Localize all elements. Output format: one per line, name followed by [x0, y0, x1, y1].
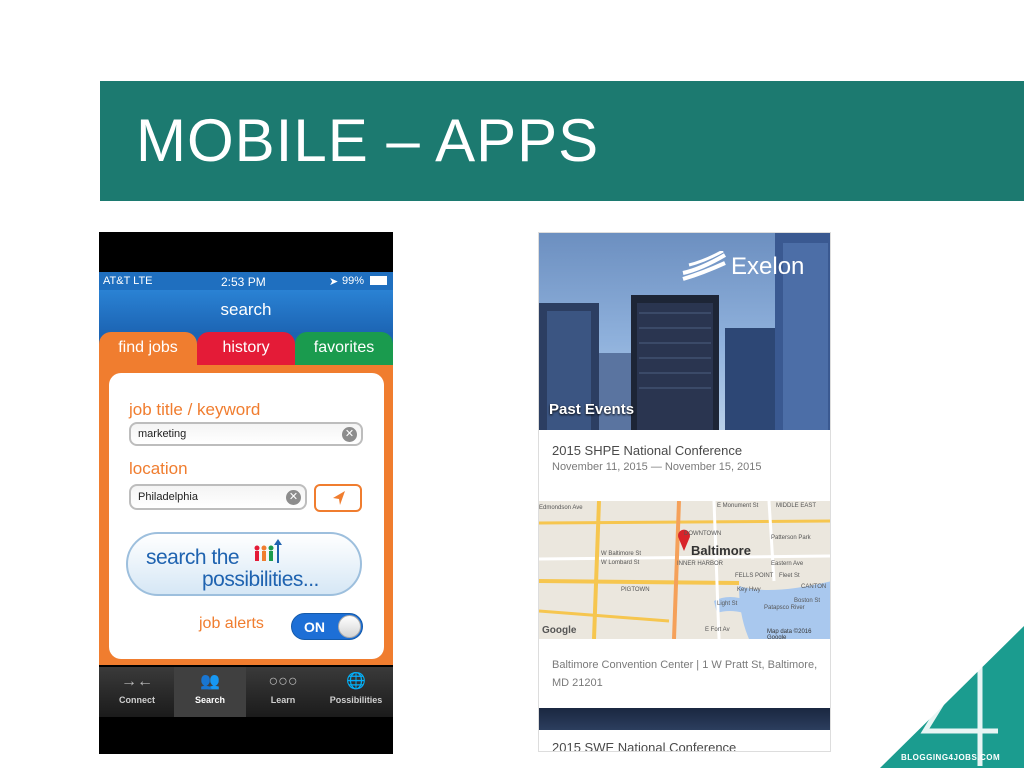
clear-location-icon[interactable]: ✕ — [286, 490, 301, 505]
map-graphic — [539, 501, 830, 639]
event-map[interactable]: Baltimore Edmondson Ave E Monument St MI… — [539, 501, 830, 639]
signal-carrier: AT&T LTE — [103, 275, 153, 287]
status-bar: AT&T LTE 2:53 PM ➤ 99% — [99, 272, 393, 290]
tabbar-learn-label: Learn — [270, 695, 296, 705]
exelon-app-screenshot: Exelon Past Events 2015 SHPE National Co… — [538, 232, 831, 752]
tab-favorites[interactable]: favorites — [295, 332, 393, 365]
tab-bar-top: find jobs history favorites — [99, 332, 393, 365]
map-label: Edmondson Ave — [539, 505, 583, 511]
connect-arrows-icon: →← — [121, 673, 153, 690]
location-value: Philadelphia — [138, 491, 198, 503]
search-button-line2: possibilities... — [202, 568, 319, 591]
event-title-next: 2015 SWE National Conference — [552, 740, 737, 752]
section-title: Past Events — [549, 401, 635, 418]
map-label: W Lombard St — [601, 560, 640, 566]
map-label: E Monument St — [717, 503, 759, 509]
current-location-button[interactable] — [314, 484, 362, 512]
toggle-knob — [338, 615, 361, 638]
nav-title: search — [220, 300, 272, 319]
nav-bar: search — [99, 290, 393, 334]
tabbar-search[interactable]: 👥 Search — [174, 667, 246, 717]
map-label: W Baltimore St — [601, 551, 642, 557]
google-logo: Google — [542, 625, 577, 636]
hero-image: Exelon Past Events — [539, 233, 830, 430]
job-alerts-label: job alerts — [199, 615, 264, 632]
bottom-tab-bar: →← Connect 👥 Search ○○○ Learn 🌐 Possibil… — [99, 667, 393, 717]
map-label: Patapsco River — [764, 605, 805, 611]
keyword-value: marketing — [138, 428, 187, 440]
search-form: job title / keyword marketing ✕ location… — [109, 373, 384, 659]
event-address: Baltimore Convention Center | 1 W Pratt … — [552, 659, 818, 689]
job-alerts-toggle[interactable]: ON — [291, 613, 363, 640]
map-copyright: Map data ©2016 Google — [767, 629, 812, 639]
tabbar-possibilities[interactable]: 🌐 Possibilities — [320, 667, 392, 717]
battery-icon — [370, 276, 387, 285]
location-arrow-icon — [333, 491, 345, 505]
map-label: CANTON — [801, 584, 827, 590]
search-button-line1: search the — [146, 546, 240, 569]
map-label: INNER HARBOR — [677, 561, 724, 567]
map-label: PIGTOWN — [621, 587, 650, 593]
clear-keyword-icon[interactable]: ✕ — [342, 427, 357, 442]
blogging4jobs-logo — [880, 626, 1024, 768]
brand-corner-text: BLOGGING4JOBS.COM — [901, 753, 1001, 762]
map-label: Eastern Ave — [771, 561, 804, 567]
status-time: 2:53 PM — [221, 275, 266, 289]
event-title: 2015 SHPE National Conference — [552, 443, 743, 458]
map-label: Key Hwy — [737, 587, 761, 593]
header-band: MOBILE – APPS — [100, 81, 1024, 201]
exelon-brand-text: Exelon — [731, 253, 805, 280]
dots-icon: ○○○ — [268, 673, 298, 690]
map-label: DOWNTOWN — [684, 531, 722, 537]
keyword-label: job title / keyword — [129, 400, 261, 419]
tab-history[interactable]: history — [197, 332, 295, 365]
find-jobs-panel: job title / keyword marketing ✕ location… — [99, 365, 393, 665]
event-dates: November 11, 2015 — November 15, 2015 — [552, 461, 762, 473]
globe-icon: 🌐 — [346, 673, 366, 690]
map-label: MIDDLE EAST — [776, 503, 817, 509]
people-icon — [254, 539, 282, 563]
tabbar-search-label: Search — [194, 695, 226, 705]
tabbar-learn[interactable]: ○○○ Learn — [247, 667, 319, 717]
next-event-image — [539, 708, 830, 730]
map-label: Light St — [717, 601, 738, 607]
slide-title: MOBILE – APPS — [136, 107, 600, 174]
tabbar-connect[interactable]: →← Connect — [101, 667, 173, 717]
location-label: location — [129, 459, 188, 478]
map-label: Boston St — [794, 598, 821, 604]
exelon-wing-icon — [682, 251, 727, 281]
battery-level: 99% — [342, 275, 365, 287]
map-label: Fleet St — [779, 573, 800, 579]
tabbar-connect-label: Connect — [119, 695, 155, 705]
job-search-app-screenshot: AT&T LTE 2:53 PM ➤ 99% search find jobs … — [99, 232, 393, 754]
location-arrow-icon: ➤ — [329, 276, 339, 288]
keyword-field[interactable]: marketing ✕ — [129, 422, 363, 446]
toggle-state: ON — [304, 619, 325, 635]
map-label: FELLS POINT — [735, 573, 774, 579]
map-city-label: Baltimore — [691, 543, 751, 558]
location-field[interactable]: Philadelphia ✕ — [129, 484, 307, 510]
map-label: E Fort Av — [705, 627, 730, 633]
tabbar-possibilities-label: Possibilities — [329, 695, 383, 705]
map-label: Patterson Park — [771, 535, 811, 541]
people-icon: 👥 — [200, 673, 220, 690]
search-possibilities-button[interactable]: search the possibilities... — [126, 532, 362, 596]
tab-find-jobs[interactable]: find jobs — [99, 332, 197, 365]
exelon-logo: Exelon — [679, 249, 824, 285]
